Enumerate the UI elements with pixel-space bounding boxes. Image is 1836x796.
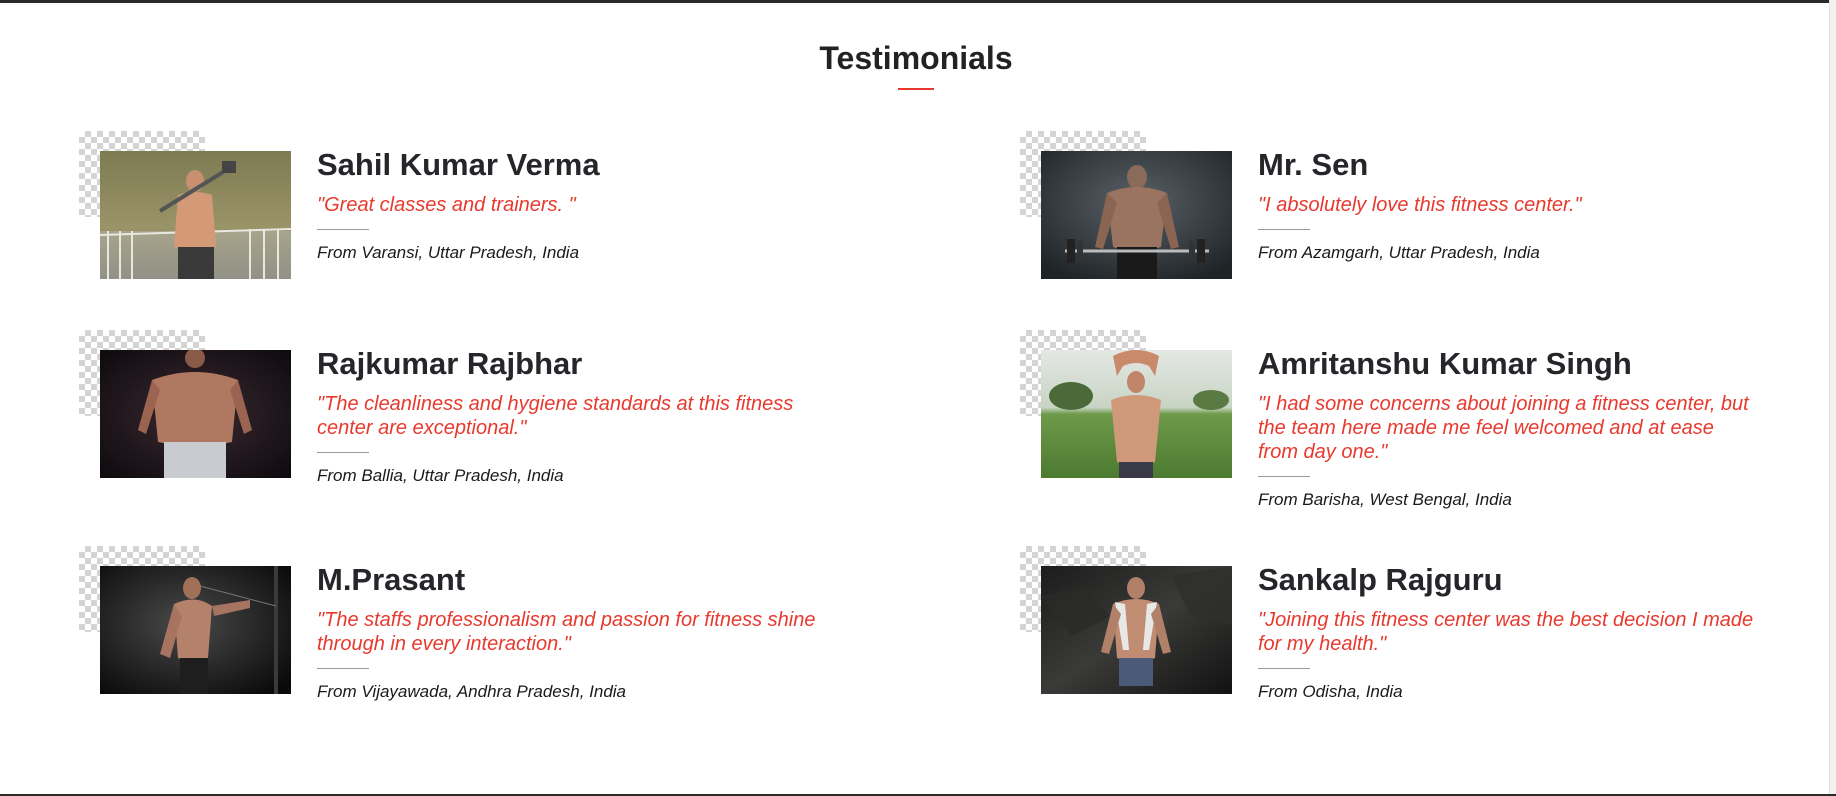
testimonial-location: From Varansi, Uttar Pradesh, India — [317, 243, 580, 262]
testimonial-text: M.Prasant "The staffs professionalism an… — [317, 562, 817, 703]
testimonial-name: Sahil Kumar Verma — [317, 147, 600, 182]
testimonial-location: From Odisha, India — [1258, 682, 1403, 701]
divider — [1258, 229, 1310, 230]
testimonial-photo — [100, 350, 291, 478]
testimonial-photo-frame — [79, 330, 291, 482]
testimonial-photo — [100, 151, 291, 279]
testimonial-text: Mr. Sen "I absolutely love this fitness … — [1258, 147, 1758, 264]
testimonial-name: Amritanshu Kumar Singh — [1258, 346, 1632, 381]
testimonial-photo — [1041, 151, 1232, 279]
testimonial-quote: "I had some concerns about joining a fit… — [1258, 393, 1749, 463]
divider — [317, 452, 369, 453]
testimonial-text: Rajkumar Rajbhar "The cleanliness and hy… — [317, 346, 817, 487]
testimonial-name: Mr. Sen — [1258, 147, 1369, 182]
testimonial-text: Sankalp Rajguru "Joining this fitness ce… — [1258, 562, 1758, 703]
testimonial-name: Sankalp Rajguru — [1258, 562, 1503, 597]
top-border — [0, 0, 1836, 3]
testimonial-quote: "Great classes and trainers. " — [317, 194, 576, 216]
divider — [317, 229, 369, 230]
testimonial-photo-frame — [1020, 131, 1232, 283]
section-title: Testimonials — [819, 40, 1013, 76]
testimonial-quote: "I absolutely love this fitness center." — [1258, 194, 1582, 216]
testimonial-photo-frame — [79, 131, 291, 283]
divider — [317, 668, 369, 669]
testimonial-location: From Vijayawada, Andhra Pradesh, India — [317, 682, 627, 701]
divider — [1258, 668, 1310, 669]
testimonial-location: From Azamgarh, Uttar Pradesh, India — [1258, 243, 1540, 262]
testimonial-photo-frame — [1020, 330, 1232, 482]
testimonial-name: Rajkumar Rajbhar — [317, 346, 583, 381]
testimonial-quote: "The cleanliness and hygiene standards a… — [317, 393, 794, 439]
testimonial-text: Sahil Kumar Verma "Great classes and tra… — [317, 147, 817, 264]
testimonial-name: M.Prasant — [317, 562, 466, 597]
title-underline — [898, 88, 934, 90]
testimonial-photo-frame — [79, 546, 291, 698]
testimonial-photo — [1041, 350, 1232, 478]
testimonial-photo — [1041, 566, 1232, 694]
testimonial-text: Amritanshu Kumar Singh "I had some conce… — [1258, 346, 1758, 511]
testimonial-location: From Barisha, West Bengal, India — [1258, 490, 1512, 509]
scrollbar-track[interactable] — [1829, 0, 1836, 796]
testimonial-location: From Ballia, Uttar Pradesh, India — [317, 466, 564, 485]
testimonial-quote: "The staffs professionalism and passion … — [317, 609, 816, 655]
testimonial-quote: "Joining this fitness center was the bes… — [1258, 609, 1754, 655]
testimonial-photo-frame — [1020, 546, 1232, 698]
testimonial-photo — [100, 566, 291, 694]
divider — [1258, 476, 1310, 477]
